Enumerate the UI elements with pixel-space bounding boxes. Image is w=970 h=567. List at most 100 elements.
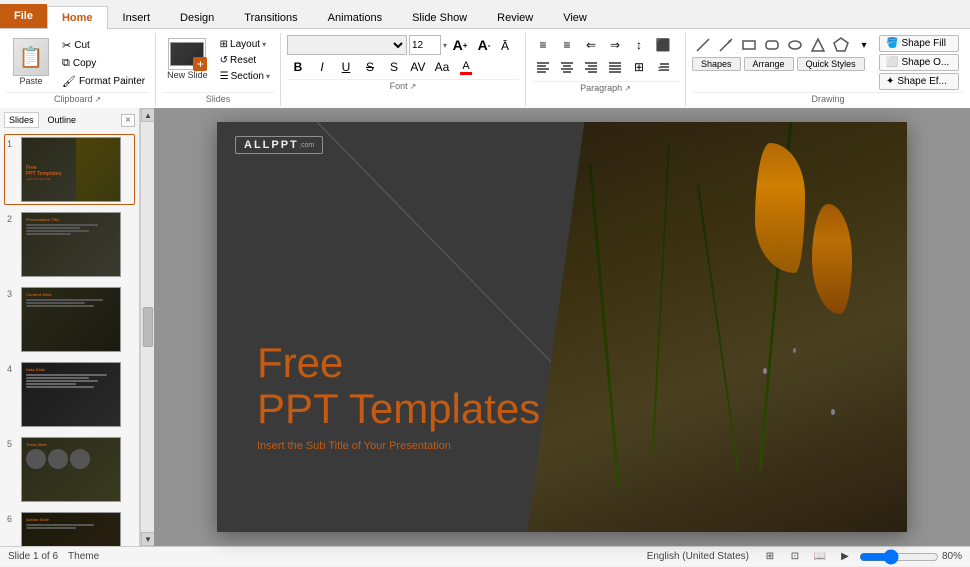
reading-view-button[interactable]: 📖 (809, 547, 831, 567)
underline-button[interactable]: U (335, 57, 357, 77)
panel-close-button[interactable]: × (121, 114, 135, 127)
font-name-select[interactable] (287, 35, 407, 55)
shape-outline-button[interactable]: ⬜ Shape O... (879, 54, 959, 71)
main-area: Slides Outline × 1 FreePPT Templates Ins… (0, 108, 970, 546)
shape-triangle[interactable] (807, 35, 829, 55)
font-expand-icon[interactable]: ↗ (410, 82, 417, 91)
scroll-up-button[interactable]: ▲ (141, 108, 155, 122)
font-size-dropdown-icon[interactable]: ▾ (443, 41, 447, 50)
clipboard-expand-icon[interactable]: ↗ (94, 95, 101, 104)
bold-button[interactable]: B (287, 57, 309, 77)
paragraph-group: ≡ ≡ ⇐ ⇒ ↕ ⬛ ⊞ ↕ Paragrap (526, 33, 686, 106)
layout-button[interactable]: ⊞ Layout ▾ (216, 37, 274, 52)
increase-indent-button[interactable]: ⇒ (604, 35, 626, 55)
increase-font-button[interactable]: A+ (449, 35, 471, 55)
tab-insert[interactable]: Insert (108, 6, 166, 29)
copy-button[interactable]: ⧉ Copy (58, 55, 149, 72)
font-group-label: Font ↗ (287, 79, 519, 91)
slide-thumb-5[interactable]: 5 Team Slide (4, 434, 135, 505)
cut-button[interactable]: ✂ Cut (58, 37, 149, 54)
tab-file[interactable]: File (0, 4, 47, 28)
tab-home[interactable]: Home (47, 6, 108, 29)
line-spacing-button[interactable]: ↕ (652, 57, 674, 77)
decrease-indent-button[interactable]: ⇐ (580, 35, 602, 55)
reset-button[interactable]: ↺ Reset (216, 53, 274, 68)
normal-view-button[interactable]: ⊞ (759, 547, 781, 567)
slideshow-button[interactable]: ▶ (834, 547, 856, 567)
char-spacing-button[interactable]: AV (407, 57, 429, 77)
slide-preview-6: Action Slide (21, 512, 121, 546)
shape-rect[interactable] (738, 35, 760, 55)
ribbon-tab-bar: File Home Insert Design Transitions Anim… (0, 0, 970, 28)
shape-effects-label: Shape Ef... (897, 76, 946, 87)
italic-button[interactable]: I (311, 57, 333, 77)
reset-icon: ↺ (220, 55, 228, 66)
shape-more[interactable]: ▾ (853, 35, 875, 55)
paste-button[interactable]: 📋 Paste (6, 35, 56, 89)
slide-thumb-3[interactable]: 3 Content Slide (4, 284, 135, 355)
convert-smartart-button[interactable]: ⬛ (652, 35, 674, 55)
text-direction-button[interactable]: ↕ (628, 35, 650, 55)
justify-button[interactable] (604, 57, 626, 77)
drawing-actions: 🪣 Shape Fill ⬜ Shape O... ✦ Shape Ef... (879, 35, 959, 90)
shape-arrow[interactable] (715, 35, 737, 55)
scroll-thumb[interactable] (143, 307, 153, 347)
copy-label: Copy (73, 58, 96, 69)
slide-main-title: Free PPT Templates (257, 340, 540, 432)
align-right-button[interactable] (580, 57, 602, 77)
bullet-list-button[interactable]: ≡ (532, 35, 554, 55)
slide-text-area[interactable]: Free PPT Templates Insert the Sub Title … (257, 340, 540, 452)
slide-thumb-4[interactable]: 4 Data Slide (4, 359, 135, 430)
tab-animations[interactable]: Animations (313, 6, 397, 29)
clipboard-group-label: Clipboard ↗ (6, 92, 149, 104)
slide-thumb-6[interactable]: 6 Action Slide (4, 509, 135, 546)
decrease-font-button[interactable]: A- (473, 35, 495, 55)
format-painter-button[interactable]: 🖌 Format Painter (58, 73, 149, 90)
center-button[interactable] (556, 57, 578, 77)
shape-line[interactable] (692, 35, 714, 55)
drawing-group: ▾ Shapes Arrange Quick Styles 🪣 Shape Fi… (686, 33, 970, 106)
slide-canvas[interactable]: ALLPPT . com Free PPT Templates Insert t… (217, 122, 907, 532)
slide-title-line2: PPT Templates (257, 386, 540, 432)
numbered-list-button[interactable]: ≡ (556, 35, 578, 55)
shapes-button[interactable]: Shapes (692, 57, 741, 71)
section-button[interactable]: ☰ Section ▾ (216, 69, 274, 84)
new-slide-icon (168, 38, 206, 70)
theme-info: Theme (68, 551, 99, 562)
shape-outline-icon: ⬜ (886, 57, 898, 68)
allppt-logo: ALLPPT . com (235, 136, 323, 154)
font-color-icon: A (462, 60, 469, 72)
slides-tab[interactable]: Slides (4, 112, 39, 128)
align-left-button[interactable] (532, 57, 554, 77)
tab-view[interactable]: View (548, 6, 602, 29)
tab-review[interactable]: Review (482, 6, 548, 29)
shape-pentagon[interactable] (830, 35, 852, 55)
outline-tab[interactable]: Outline (43, 112, 82, 128)
arrange-button[interactable]: Arrange (744, 57, 794, 71)
zoom-slider[interactable] (859, 549, 939, 565)
slide-sorter-button[interactable]: ⊡ (784, 547, 806, 567)
tab-transitions[interactable]: Transitions (229, 6, 312, 29)
shape-oval[interactable] (784, 35, 806, 55)
shape-effects-button[interactable]: ✦ Shape Ef... (879, 73, 959, 90)
slide-preview-1: FreePPT Templates Insert the Sub Title (21, 137, 121, 202)
clear-formatting-button[interactable]: Ā (497, 35, 519, 55)
paste-icon: 📋 (13, 38, 49, 76)
tab-slideshow[interactable]: Slide Show (397, 6, 482, 29)
paragraph-expand-icon[interactable]: ↗ (624, 84, 631, 93)
svg-text:↕: ↕ (657, 64, 661, 73)
slide-thumb-2[interactable]: 2 Presentation Title (4, 209, 135, 280)
shape-rounded-rect[interactable] (761, 35, 783, 55)
font-size-input[interactable] (409, 35, 441, 55)
slide-thumb-1[interactable]: 1 FreePPT Templates Insert the Sub Title (4, 134, 135, 205)
new-slide-button[interactable]: New Slide (162, 35, 213, 83)
new-slide-label: New Slide (167, 70, 208, 80)
quick-styles-button[interactable]: Quick Styles (797, 57, 865, 71)
tab-design[interactable]: Design (165, 6, 229, 29)
font-color-button[interactable]: A (455, 57, 477, 77)
shape-fill-button[interactable]: 🪣 Shape Fill (879, 35, 959, 52)
strikethrough-button[interactable]: S (359, 57, 381, 77)
column-layout-button[interactable]: ⊞ (628, 57, 650, 77)
change-case-button[interactable]: Aa (431, 57, 453, 77)
text-shadow-button[interactable]: S (383, 57, 405, 77)
